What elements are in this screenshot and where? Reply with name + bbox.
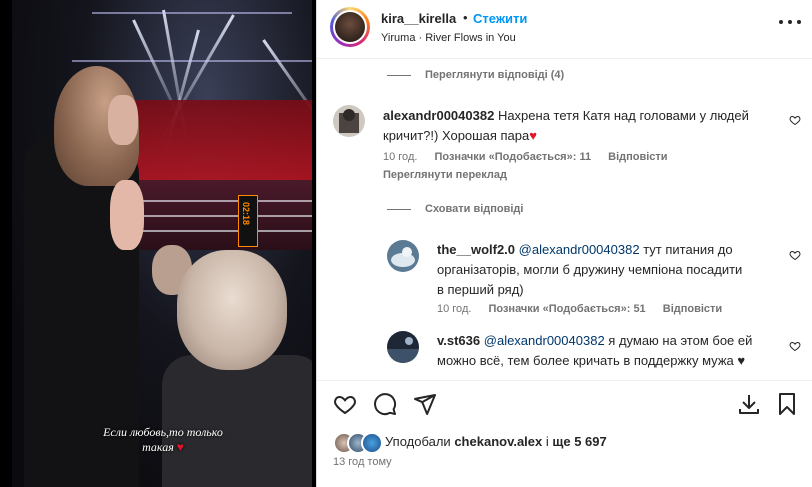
share-icon[interactable]	[413, 392, 437, 416]
likes-count[interactable]: ще 5 697	[552, 434, 606, 449]
reply-avatar[interactable]	[387, 240, 419, 272]
save-icon[interactable]	[775, 392, 799, 416]
translate-button[interactable]: Переглянути переклад	[383, 169, 507, 181]
hide-replies-button[interactable]: Сховати відповіді	[387, 203, 523, 215]
reply-likes[interactable]: Позначки «Подобається»: 51	[488, 303, 645, 315]
comment-like-icon[interactable]	[789, 249, 801, 261]
likes-text: Уподобали chekanov.alex і ще 5 697	[385, 434, 607, 449]
reply-author[interactable]: v.st636	[437, 333, 480, 348]
reply-button[interactable]: Відповісти	[663, 303, 722, 315]
audio-track[interactable]: Yiruma · River Flows in You	[381, 32, 516, 44]
concert-photo: 02:18	[12, 0, 316, 487]
comment-author[interactable]: alexandr00040382	[383, 108, 494, 123]
instagram-post-modal: 02:18 Если любовь,то только такая ♥ kira…	[0, 0, 812, 487]
reply-text: the__wolf2.0 @alexandr00040382 тут питан…	[437, 242, 743, 297]
reply-mention[interactable]: @alexandr00040382	[484, 333, 605, 348]
reply-meta: 10 год. Позначки «Подобається»: 51 Відпо…	[437, 303, 736, 315]
liker-username[interactable]: chekanov.alex	[454, 434, 542, 449]
comment-text: alexandr00040382 Нахрена тетя Катя над г…	[383, 108, 749, 143]
video-caption: Если любовь,то только такая ♥	[88, 425, 238, 455]
like-icon[interactable]	[333, 392, 357, 416]
comment-time: 10 год.	[383, 151, 418, 163]
comment-likes[interactable]: Позначки «Подобається»: 11	[434, 151, 591, 163]
caption-line-2: такая	[142, 440, 174, 454]
reply-button[interactable]: Відповісти	[608, 151, 667, 163]
post-time[interactable]: 13 год тому	[333, 456, 392, 468]
heart-emoji: ♥	[529, 128, 537, 143]
liker-avatar[interactable]	[361, 432, 383, 454]
caption-heart-icon: ♥	[176, 440, 184, 454]
comment-like-icon[interactable]	[789, 114, 801, 126]
arena-clock: 02:18	[238, 195, 258, 247]
view-replies-button[interactable]: Переглянути відповіді (4)	[387, 69, 564, 81]
gift-icon[interactable]	[737, 392, 761, 416]
comment-like-icon[interactable]	[789, 340, 801, 352]
reply-time: 10 год.	[437, 303, 472, 315]
comment-avatar[interactable]	[333, 105, 365, 137]
reply-mention[interactable]: @alexandr00040382	[519, 242, 640, 257]
author-avatar[interactable]	[330, 7, 370, 47]
author-username[interactable]: kira__kirella	[381, 11, 456, 26]
caption-line-1: Если любовь,то только	[103, 425, 223, 439]
arena-banner	[132, 100, 312, 180]
action-bar	[317, 380, 812, 427]
reply-author[interactable]: the__wolf2.0	[437, 242, 515, 257]
comment-meta: 10 год. Позначки «Подобається»: 11 Відпо…	[383, 151, 682, 163]
reply-avatar[interactable]	[387, 331, 419, 363]
likes-summary[interactable]: Уподобали chekanov.alex і ще 5 697	[333, 432, 803, 454]
more-icon[interactable]	[779, 20, 801, 26]
post-media[interactable]: 02:18 Если любовь,то только такая ♥	[0, 0, 316, 487]
follow-button[interactable]: Стежити	[473, 11, 527, 26]
post-header: kira__kirella • Стежити Yiruma · River F…	[317, 0, 812, 59]
post-side-panel: kira__kirella • Стежити Yiruma · River F…	[316, 0, 812, 487]
comments-list[interactable]: Переглянути відповіді (4) alexandr000403…	[317, 59, 812, 379]
comment-icon[interactable]	[373, 392, 397, 416]
separator-dot: •	[463, 10, 468, 25]
reply-text: v.st636 @alexandr00040382 я думаю на это…	[437, 333, 753, 368]
